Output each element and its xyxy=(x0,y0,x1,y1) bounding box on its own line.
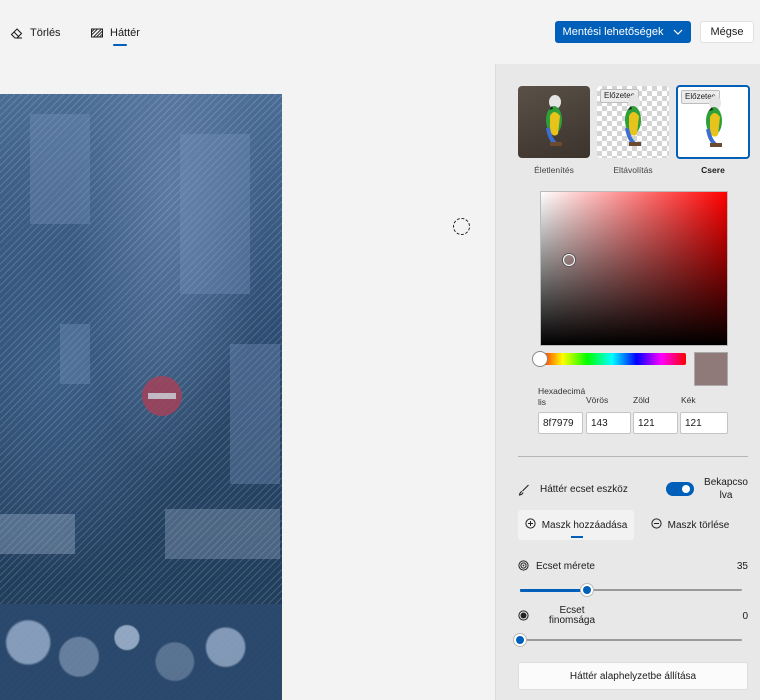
brush-size-fill xyxy=(520,589,587,592)
crowd-area xyxy=(0,604,282,700)
section-divider xyxy=(518,456,748,457)
brush-size-value: 35 xyxy=(736,561,748,572)
brush-cursor xyxy=(453,218,470,235)
top-toolbar: Törlés Háttér Mentési lehetőségek Mégse xyxy=(0,0,760,62)
eraser-icon xyxy=(10,26,24,40)
green-field[interactable]: 121 xyxy=(633,412,678,434)
blur-option-thumbnail[interactable] xyxy=(518,86,590,158)
remove-mask-button[interactable]: Maszk törlése xyxy=(634,510,746,540)
parrot-image xyxy=(706,96,722,147)
brush-size-label: Ecset mérete xyxy=(536,561,595,572)
color-spectrum[interactable] xyxy=(540,191,728,346)
save-options-label: Mentési lehetőségek xyxy=(562,26,664,38)
replace-option-thumbnail[interactable]: Előzetes xyxy=(676,85,750,159)
brush-softness-track[interactable] xyxy=(520,639,742,641)
hue-slider[interactable] xyxy=(538,353,686,365)
plus-circle-icon xyxy=(525,518,536,532)
hex-field[interactable]: 8f7979 xyxy=(538,412,583,434)
background-settings-panel: Előzetes Előzetes Életlenítés Eltávolítá… xyxy=(495,64,760,700)
brush-tool-label: Háttér ecset eszköz xyxy=(540,484,628,495)
active-mask-indicator xyxy=(571,536,583,538)
hex-label: Hexadecimá lis xyxy=(538,386,586,407)
background-tool-label: Háttér xyxy=(110,27,140,39)
brush-softness-label: Ecset finomsága xyxy=(548,605,596,626)
parrot-image xyxy=(546,95,562,146)
brush-softness-icon xyxy=(518,610,529,624)
signboard xyxy=(165,509,280,559)
red-field[interactable]: 143 xyxy=(586,412,631,434)
green-label: Zöld xyxy=(633,395,650,405)
background-tool-tab[interactable]: Háttér xyxy=(90,24,140,42)
building-area xyxy=(30,114,90,224)
brush-icon xyxy=(518,484,530,499)
add-mask-label: Maszk hozzáadása xyxy=(541,519,628,531)
hue-slider-handle[interactable] xyxy=(532,351,548,367)
no-entry-sign xyxy=(142,376,182,416)
minus-circle-icon xyxy=(651,518,662,532)
remove-option-thumbnail[interactable]: Előzetes xyxy=(597,86,669,158)
remove-option-label: Eltávolítás xyxy=(613,165,653,175)
brush-softness-value: 0 xyxy=(742,611,748,622)
brush-tool-toggle[interactable] xyxy=(666,482,694,496)
blue-field[interactable]: 121 xyxy=(680,412,728,434)
active-tab-indicator xyxy=(113,44,127,46)
replace-option-label: Csere xyxy=(701,165,725,175)
erase-tool-button[interactable]: Törlés xyxy=(10,24,61,42)
brush-toggle-state-label: Bekapcso lva xyxy=(704,477,748,501)
background-brush-tool-row: Háttér ecset eszköz Bekapcso lva xyxy=(518,476,748,506)
parrot-image xyxy=(625,95,641,146)
remove-mask-label: Maszk törlése xyxy=(667,519,730,531)
blue-label: Kék xyxy=(681,395,696,405)
save-options-button[interactable]: Mentési lehetőségek xyxy=(555,21,691,43)
color-spectrum-handle[interactable] xyxy=(563,254,575,266)
selected-color-swatch xyxy=(694,352,728,386)
reset-background-button[interactable]: Háttér alaphelyzetbe állítása xyxy=(518,662,748,690)
window-area xyxy=(60,324,90,384)
chevron-down-icon xyxy=(673,26,683,38)
image-canvas[interactable] xyxy=(0,94,282,700)
brush-size-handle[interactable] xyxy=(580,584,593,596)
blur-option-label: Életlenítés xyxy=(534,165,574,175)
erase-tool-label: Törlés xyxy=(30,27,61,39)
signboard xyxy=(0,514,75,554)
background-pattern-icon xyxy=(90,26,104,40)
red-label: Vörös xyxy=(586,395,609,405)
brush-softness-handle[interactable] xyxy=(514,634,526,646)
building-area xyxy=(230,344,280,484)
brush-size-icon xyxy=(518,560,529,574)
cancel-button[interactable]: Mégse xyxy=(700,21,754,43)
building-area xyxy=(180,134,250,294)
